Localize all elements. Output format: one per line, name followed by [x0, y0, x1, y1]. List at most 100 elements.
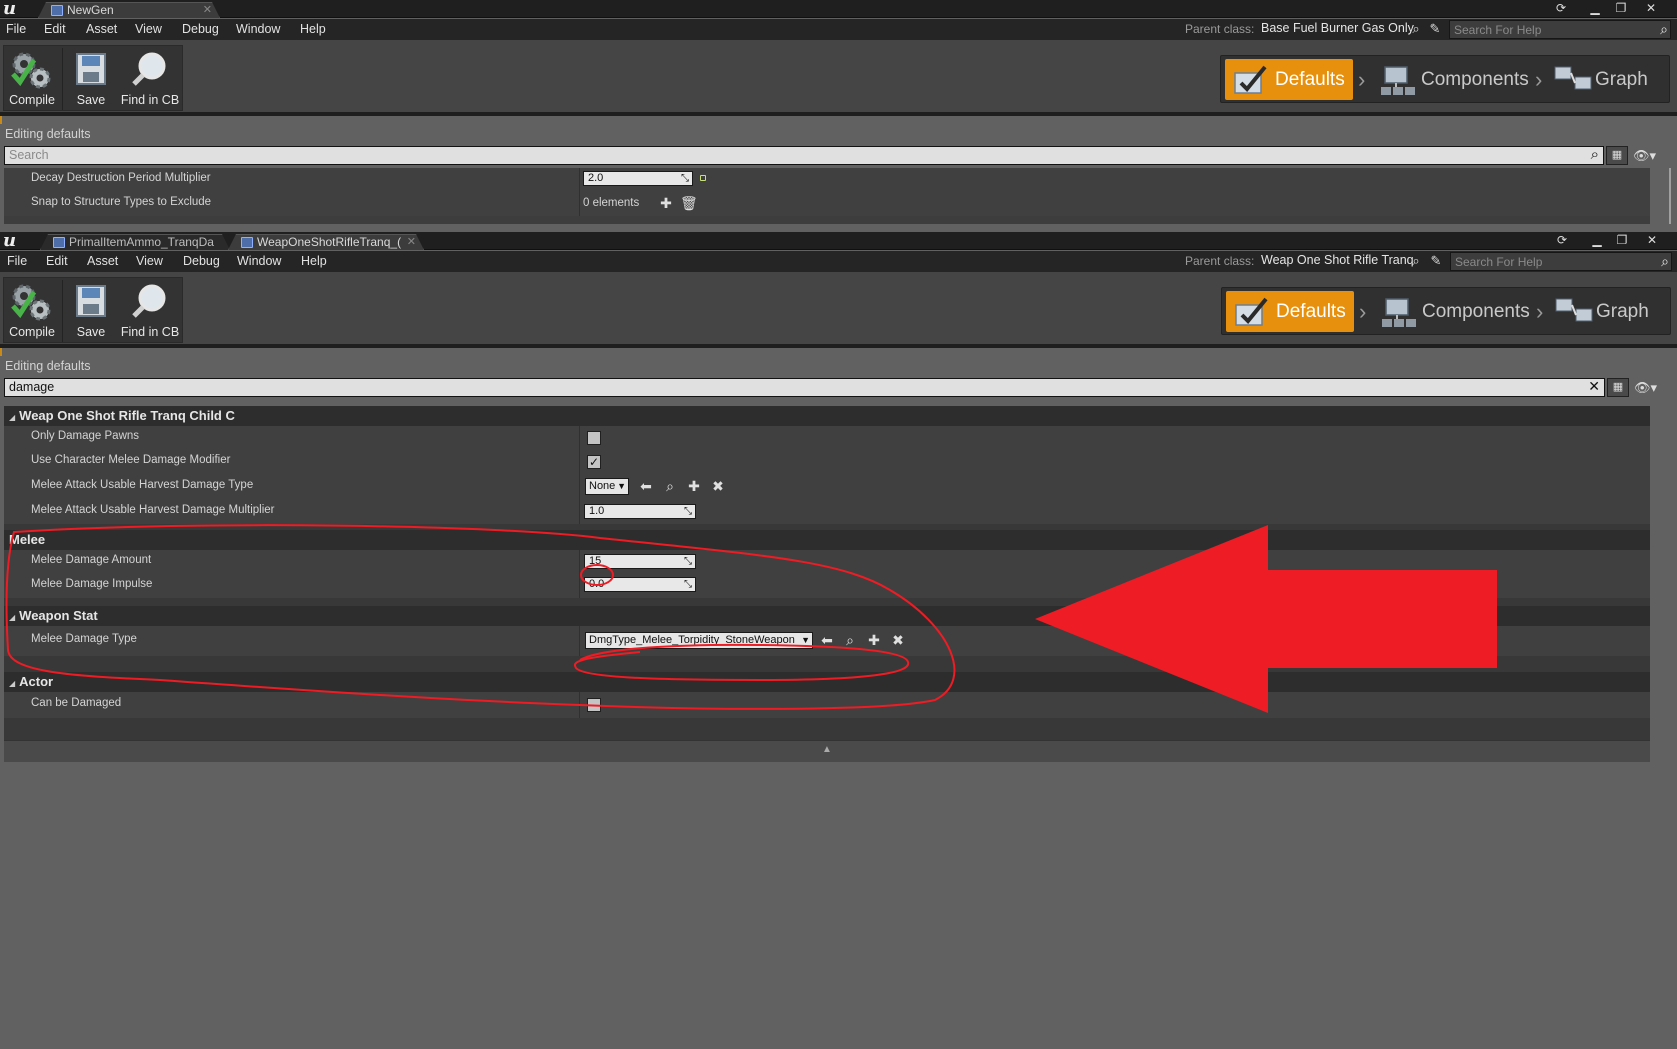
trash-icon[interactable]: 🗑 [680, 195, 698, 212]
blueprint-icon [53, 237, 65, 248]
parent-class-value[interactable]: Base Fuel Burner Gas Only [1261, 21, 1414, 35]
clear-search-icon[interactable]: ✕ [1588, 378, 1600, 395]
help-search-input[interactable]: Search For Help ⌕ [1450, 252, 1672, 271]
edit-parent-icon[interactable]: ✎ [1427, 21, 1443, 37]
edit-parent-icon[interactable]: ✎ [1428, 253, 1444, 269]
mode-graph[interactable]: Graph [1545, 59, 1665, 100]
menu-asset[interactable]: Asset [87, 254, 118, 268]
view-options-icon[interactable]: ▦ [1607, 378, 1629, 397]
menu-help[interactable]: Help [301, 254, 327, 268]
add-icon[interactable]: ✚ [866, 632, 882, 649]
details-search-input[interactable]: Search ⌕ [4, 146, 1604, 165]
save-button[interactable]: Save [64, 46, 118, 112]
menu-edit[interactable]: Edit [46, 254, 68, 268]
mode-defaults[interactable]: Defaults [1225, 59, 1353, 100]
mode-bar: Defaults › Components › Graph [1221, 287, 1671, 335]
column-divider [579, 574, 580, 598]
use-melee-damage-modifier-checkbox[interactable]: ✓ [587, 455, 601, 469]
menu-file[interactable]: File [6, 22, 26, 36]
menu-edit[interactable]: Edit [44, 22, 66, 36]
components-icon [1380, 297, 1418, 344]
menu-debug[interactable]: Debug [182, 22, 219, 36]
clear-icon[interactable]: ✖ [710, 478, 726, 495]
eye-visibility-icon[interactable]: 👁▾ [1634, 380, 1657, 396]
eye-visibility-icon[interactable]: 👁▾ [1633, 148, 1656, 164]
tab-primal-item-ammo[interactable]: PrimalItemAmmo_TranqDa [40, 234, 230, 250]
tab-newgen[interactable]: NewGen ✕ [38, 2, 220, 18]
help-search-input[interactable]: Search For Help ⌕ [1449, 20, 1671, 39]
defaults-checklist-icon [1233, 65, 1269, 110]
close-tab-icon[interactable]: ✕ [407, 235, 416, 250]
use-selected-arrow-icon[interactable]: ⬅ [819, 632, 835, 649]
add-icon[interactable]: ✚ [686, 478, 702, 495]
close-window-button[interactable]: ✕ [1641, 233, 1663, 248]
harvest-damage-multiplier-input[interactable]: 1.0 ⤡ [584, 504, 696, 519]
mode-graph[interactable]: Graph [1546, 291, 1666, 332]
close-tab-icon[interactable]: ✕ [203, 3, 212, 18]
browse-parent-icon[interactable]: ⌕ [1408, 21, 1424, 37]
melee-damage-amount-input[interactable]: 15 ⤡ [584, 554, 696, 569]
compile-button[interactable]: Compile [4, 278, 60, 344]
menu-debug[interactable]: Debug [183, 254, 220, 268]
only-damage-pawns-checkbox[interactable] [587, 431, 601, 445]
property-row: Snap to Structure Types to Exclude 0 ele… [4, 192, 1650, 216]
menu-help[interactable]: Help [300, 22, 326, 36]
sync-icon[interactable]: ⟳ [1551, 233, 1573, 248]
components-icon [1379, 65, 1417, 112]
array-elements-count: 0 elements [583, 197, 640, 209]
menu-view[interactable]: View [135, 22, 162, 36]
property-row: Can be Damaged [4, 692, 1650, 718]
menu-file[interactable]: File [7, 254, 27, 268]
column-divider [579, 426, 580, 450]
parent-class-value[interactable]: Weap One Shot Rifle Tranq [1261, 253, 1414, 267]
mode-components[interactable]: Components [1372, 291, 1532, 332]
decay-multiplier-input[interactable]: 2.0 ⤡ [583, 171, 693, 186]
find-in-cb-button[interactable]: Find in CB [118, 278, 182, 344]
maximize-button[interactable]: ❐ [1611, 233, 1633, 248]
tab-weap-one-shot-rifle[interactable]: WeapOneShotRifleTranq_( ✕ [228, 234, 424, 250]
title-bar: u NewGen ✕ ⟳ ▁ ❐ ✕ [0, 0, 1677, 18]
close-window-button[interactable]: ✕ [1640, 1, 1662, 16]
spin-arrows-icon: ⤡ [681, 173, 689, 184]
property-row: Only Damage Pawns [4, 426, 1650, 450]
menu-window[interactable]: Window [237, 254, 281, 268]
details-panel: ◢ Weap One Shot Rifle Tranq Child C Only … [4, 406, 1650, 740]
mode-defaults[interactable]: Defaults [1226, 291, 1354, 332]
sync-icon[interactable]: ⟳ [1550, 1, 1572, 16]
harvest-damage-type-combo[interactable]: None ▼ [585, 478, 629, 495]
details-collapse-bar[interactable]: ▲ [4, 740, 1650, 762]
maximize-button[interactable]: ❐ [1610, 1, 1632, 16]
add-element-icon[interactable]: ✚ [658, 195, 674, 212]
category-melee[interactable]: Melee [4, 530, 1650, 550]
minimize-button[interactable]: ▁ [1584, 1, 1606, 16]
menu-bar: File Edit Asset View Debug Window Help P… [0, 19, 1677, 40]
menu-view[interactable]: View [136, 254, 163, 268]
can-be-damaged-checkbox[interactable] [587, 698, 601, 712]
melee-damage-impulse-input[interactable]: 0.0 ⤡ [584, 577, 696, 592]
view-options-icon[interactable]: ▦ [1606, 146, 1628, 165]
category-title: ◢ Actor [9, 674, 54, 689]
category-actor[interactable]: ◢ Actor [4, 672, 1650, 692]
compile-button[interactable]: Compile [4, 46, 60, 112]
category-title: Melee [9, 532, 46, 547]
graph-icon [1553, 65, 1593, 108]
melee-damage-type-combo[interactable]: DmgType_Melee_Torpidity_StoneWeapon ▼ [585, 632, 813, 649]
menu-window[interactable]: Window [236, 22, 280, 36]
details-search-input[interactable]: damage ✕ [4, 378, 1605, 397]
browse-icon[interactable]: ⌕ [662, 478, 678, 495]
browse-parent-icon[interactable]: ⌕ [1408, 253, 1424, 269]
minimize-button[interactable]: ▁ [1586, 233, 1608, 248]
clear-icon[interactable]: ✖ [890, 632, 906, 649]
browse-icon[interactable]: ⌕ [842, 632, 858, 649]
mode-components[interactable]: Components [1371, 59, 1531, 100]
reset-to-default-icon[interactable] [700, 175, 706, 181]
menu-asset[interactable]: Asset [86, 22, 117, 36]
category-weapon-stat[interactable]: ◢ Weapon Stat [4, 606, 1650, 626]
save-button[interactable]: Save [64, 278, 118, 344]
scrollbar[interactable] [1669, 168, 1671, 224]
details-panel: Decay Destruction Period Multiplier 2.0 ⤡… [4, 168, 1650, 224]
category-weap-one-shot-rifle[interactable]: ◢ Weap One Shot Rifle Tranq Child C [4, 406, 1650, 426]
use-selected-arrow-icon[interactable]: ⬅ [638, 478, 654, 495]
column-divider [579, 192, 580, 216]
find-in-cb-button[interactable]: Find in CB [118, 46, 182, 112]
